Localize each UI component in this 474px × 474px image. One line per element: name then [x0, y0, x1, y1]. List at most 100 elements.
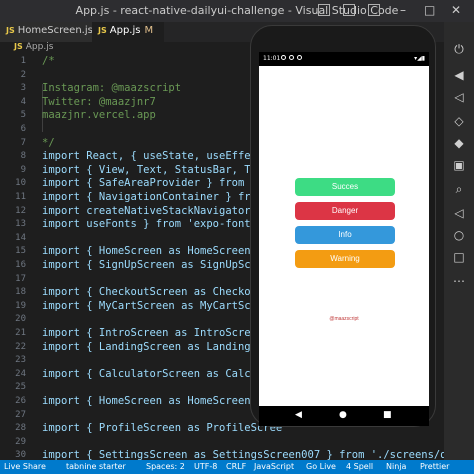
maximize-icon[interactable]: □ — [424, 3, 435, 17]
line-number: 25 — [15, 382, 26, 393]
prettier-item[interactable]: Prettier — [420, 462, 449, 471]
spell-item[interactable]: 4 Spell — [346, 462, 373, 471]
volume-up-icon[interactable]: ◀ — [452, 68, 466, 82]
encoding-item[interactable]: UTF-8 — [194, 462, 217, 471]
line-number: 9 — [20, 164, 26, 175]
line-number: 29 — [15, 436, 26, 447]
code-line: import { SignUpScreen as SignUpScreen0 — [42, 259, 283, 271]
code-line: import { View, Text, StatusBar, Toucha — [42, 163, 283, 176]
code-line: import { CheckoutScreen as CheckoutScr — [42, 286, 283, 299]
line-number-gutter: 1 2 3 4 5 6 7 8 9 10 11 12 13 14 15 16 17 18 19 20 21 22 23 24 2… — [0, 54, 34, 460]
line-number: 14 — [15, 232, 26, 243]
layout-toggle-icon[interactable] — [318, 4, 330, 16]
success-button[interactable]: Succes — [295, 178, 395, 196]
line-number: 27 — [15, 409, 26, 420]
code-line: import { MyCartScreen as MyCartScreen0 — [42, 299, 283, 312]
code-line: import { IntroScreen as IntroScreen003 — [42, 327, 283, 339]
overview-icon[interactable]: □ — [452, 250, 466, 264]
line-number: 23 — [15, 355, 26, 366]
device-status-bar: 11:01 ▾◢▮ — [259, 52, 429, 66]
device-screen[interactable]: 11:01 ▾◢▮ Succes Danger Info Warning @ma… — [259, 52, 429, 406]
code-line: import useFonts } from 'expo-font'; — [42, 218, 264, 231]
spaces-item[interactable]: Spaces: 2 — [146, 462, 185, 471]
line-number: 1 — [20, 56, 26, 66]
line-number: 13 — [15, 219, 26, 230]
line-number: 30 — [15, 450, 26, 460]
signal-battery-icon: ▾◢▮ — [414, 55, 425, 62]
nav-back-icon[interactable]: ◀ — [295, 410, 302, 420]
device-time: 11:01 — [263, 55, 281, 62]
code-line: import React, { useState, useEffect } — [42, 150, 283, 163]
language-item[interactable]: JavaScript — [254, 462, 294, 471]
line-number: 24 — [15, 368, 26, 379]
rotate-right-icon[interactable]: ◆ — [452, 136, 466, 150]
tab-homescreen[interactable]: JSHomeScreen.jsM — [0, 22, 105, 42]
back-icon[interactable]: ◁ — [452, 206, 466, 220]
title-bar: App.js - react-native-dailyui-challenge … — [0, 0, 474, 22]
line-number: 15 — [15, 246, 26, 257]
minimize-icon[interactable]: – — [400, 3, 406, 17]
code-line: import { CalculatorScreen as Calculato — [42, 367, 283, 380]
line-number: 7 — [20, 137, 26, 148]
line-number: 3 — [20, 83, 26, 94]
line-number: 19 — [15, 300, 26, 311]
line-number: 12 — [15, 205, 26, 216]
notification-icon — [289, 55, 294, 60]
panel-toggle-icon[interactable] — [343, 4, 355, 16]
line-number: 21 — [15, 328, 26, 338]
code-line: import { NavigationContainer } from '@ — [42, 191, 283, 203]
more-icon[interactable]: ⋯ — [452, 274, 466, 288]
live-share-item[interactable]: Live Share — [4, 462, 46, 471]
home-icon[interactable]: ○ — [452, 228, 466, 242]
line-number: 16 — [15, 260, 26, 270]
rotate-left-icon[interactable]: ◇ — [452, 114, 466, 128]
close-icon[interactable]: ✕ — [451, 3, 461, 17]
power-icon[interactable]: ⏻ — [452, 42, 466, 56]
code-line: import { LandingScreen as LandingScree — [42, 340, 283, 353]
nav-recents-icon[interactable]: ■ — [383, 410, 392, 420]
line-number: 11 — [15, 192, 26, 202]
tab-label: HomeScreen.js — [17, 25, 93, 36]
line-number: 8 — [20, 151, 26, 162]
tab-app[interactable]: JS App.js M — [92, 22, 164, 42]
line-number: 5 — [20, 110, 26, 121]
go-live-item[interactable]: Go Live — [306, 462, 336, 471]
emulator-toolbar: ⏻ ◀ ◁ ◇ ◆ ▣ ⌕ ◁ ○ □ ⋯ — [444, 22, 474, 460]
vscode-status-bar: Live Share tabnine starter Spaces: 2 UTF… — [0, 460, 474, 474]
code-line: */ — [42, 136, 55, 149]
eol-item[interactable]: CRLF — [226, 462, 246, 471]
js-icon: JS — [14, 42, 23, 51]
nav-home-icon[interactable]: ● — [339, 410, 347, 420]
notification-icon — [297, 55, 302, 60]
ninja-item[interactable]: Ninja — [386, 462, 406, 471]
code-line: Twitter: @maazjnr7 — [42, 95, 156, 108]
js-icon: JS — [6, 26, 15, 35]
code-line: /* — [42, 55, 55, 67]
code-line: import { SettingsScreen as SettingsScree… — [42, 449, 474, 460]
code-line: maazjnr.vercel.app — [42, 109, 156, 122]
tabnine-item[interactable]: tabnine starter — [66, 462, 126, 471]
info-button[interactable]: Info — [295, 226, 395, 244]
warning-button[interactable]: Warning — [295, 250, 395, 268]
sidebar-toggle-icon[interactable] — [368, 4, 380, 16]
breadcrumb-file: App.js — [25, 42, 54, 52]
code-line: Instagram: @maazscript — [42, 82, 182, 95]
line-number: 28 — [15, 423, 26, 434]
line-number: 2 — [20, 69, 26, 80]
code-line: import { HomeScreen as HomeScreen001 } — [42, 245, 283, 258]
tab-label: App.js — [109, 25, 141, 36]
notification-icon — [281, 55, 286, 60]
code-line: import createNativeStackNavigator } f — [42, 204, 276, 217]
android-emulator: 11:01 ▾◢▮ Succes Danger Info Warning @ma… — [250, 25, 436, 427]
code-line: import { ProfileScreen as ProfileScree — [42, 422, 283, 435]
code-line: import { SafeAreaProvider } from 'reac — [42, 177, 283, 190]
zoom-icon[interactable]: ⌕ — [452, 182, 466, 196]
modified-badge: M — [144, 25, 154, 36]
danger-button[interactable]: Danger — [295, 202, 395, 220]
line-number: 18 — [15, 287, 26, 298]
device-nav-bar: ◀ ● ■ — [259, 406, 429, 426]
screenshot-icon[interactable]: ▣ — [452, 158, 466, 172]
line-number: 4 — [20, 96, 26, 107]
volume-down-icon[interactable]: ◁ — [452, 90, 466, 104]
line-number: 6 — [20, 124, 26, 134]
